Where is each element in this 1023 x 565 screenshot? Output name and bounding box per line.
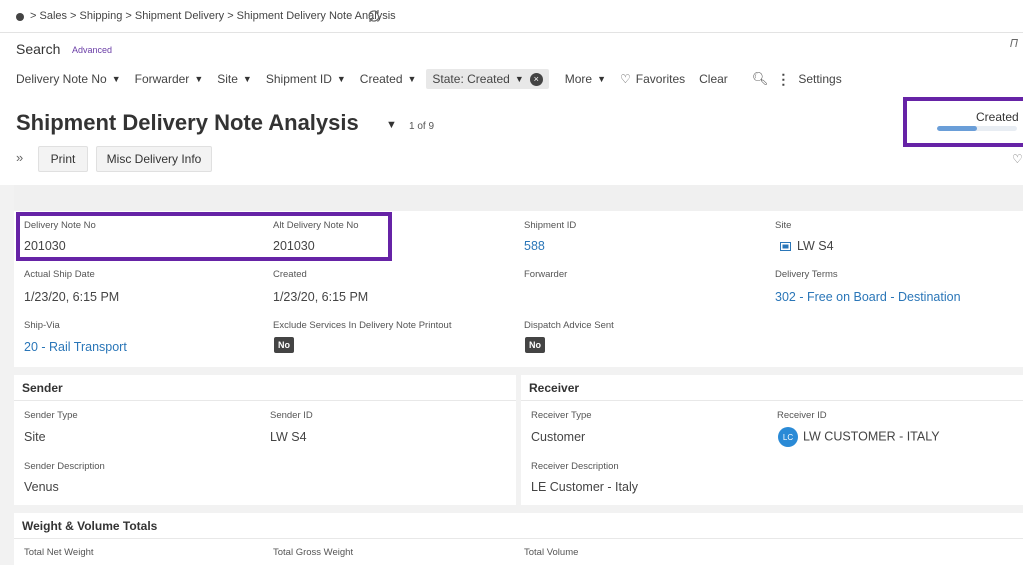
sender-description-label: Sender Description — [24, 461, 105, 472]
sender-type-label: Sender Type — [24, 410, 78, 421]
created-label: Created — [273, 269, 307, 280]
site-label: Site — [775, 220, 792, 231]
clear-label: Clear — [699, 72, 728, 86]
ship-via-label: Ship-Via — [24, 320, 60, 331]
sender-id-value: LW S4 — [270, 430, 307, 444]
chevron-down-icon: ▼ — [194, 74, 204, 84]
remove-filter-icon[interactable]: × — [529, 72, 543, 86]
filter-created[interactable]: Created ▼ — [360, 72, 417, 86]
chevron-down-icon: ▼ — [597, 74, 606, 84]
status-progress-bar — [937, 126, 1017, 131]
site-value[interactable]: LW S4 — [780, 239, 834, 253]
search-icon[interactable]: 🔍︎ — [752, 71, 769, 87]
more-filters-button[interactable]: More ▼ — [565, 72, 606, 86]
kebab-menu-icon[interactable]: ⋮ — [776, 71, 790, 88]
record-counter: 1 of 9 — [409, 121, 435, 132]
sender-description-value: Venus — [24, 480, 59, 494]
search-panel — [0, 33, 1023, 101]
receiver-id-value[interactable]: LC LW CUSTOMER - ITALY — [778, 427, 940, 447]
created-value: 1/23/20, 6:15 PM — [273, 290, 369, 304]
delivery-note-highlight — [16, 212, 392, 261]
more-label: More — [564, 72, 593, 86]
filter-label: Shipment ID — [265, 72, 332, 86]
dispatch-advice-badge: No — [525, 337, 545, 353]
total-volume-label: Total Volume — [524, 547, 579, 558]
misc-delivery-info-button[interactable]: Misc Delivery Info — [96, 146, 212, 172]
delivery-terms-link[interactable]: 302 - Free on Board - Destination — [775, 290, 961, 304]
actual-ship-date-value: 1/23/20, 6:15 PM — [24, 290, 120, 304]
receiver-description-label: Receiver Description — [531, 461, 619, 472]
receiver-id-text: LW CUSTOMER - ITALY — [803, 429, 940, 444]
filter-label: Site — [217, 72, 238, 86]
filter-site[interactable]: Site ▼ — [217, 72, 252, 86]
favorite-heart-icon[interactable]: ♡ — [1012, 152, 1023, 166]
breadcrumb[interactable]: > Sales > Shipping > Shipment Delivery >… — [30, 10, 396, 22]
total-net-weight-label: Total Net Weight — [24, 547, 94, 558]
sender-card: Sender — [14, 375, 516, 505]
heart-icon: ♡ — [620, 72, 631, 86]
filter-delivery-note-no[interactable]: Delivery Note No ▼ — [16, 72, 121, 86]
filter-state-created[interactable]: State: Created ▼ × — [426, 69, 549, 89]
shipment-id-link[interactable]: 588 — [524, 239, 545, 253]
home-icon[interactable] — [16, 13, 24, 21]
forwarder-label: Forwarder — [524, 269, 568, 280]
avatar: LC — [778, 427, 798, 447]
chevron-down-icon: ▼ — [242, 74, 252, 84]
expand-icon[interactable]: » — [16, 150, 23, 165]
favorites-button[interactable]: ♡ Favorites — [620, 72, 685, 86]
chevron-down-icon: ▼ — [111, 74, 121, 84]
shipment-id-label: Shipment ID — [524, 220, 577, 231]
exclude-services-badge: No — [274, 337, 294, 353]
refresh-icon[interactable] — [366, 8, 382, 24]
delivery-terms-label: Delivery Terms — [775, 269, 838, 280]
filter-label: State: Created — [432, 72, 510, 86]
site-text: LW S4 — [797, 239, 834, 253]
breadcrumb-path[interactable]: Sales > Shipping > Shipment Delivery > S… — [39, 10, 395, 22]
status-progress-fill — [937, 126, 977, 131]
weight-volume-card: Weight & Volume Totals — [14, 513, 1023, 565]
site-icon — [780, 242, 791, 252]
weight-volume-heading: Weight & Volume Totals — [14, 513, 1023, 539]
receiver-type-label: Receiver Type — [531, 410, 592, 421]
filter-forwarder[interactable]: Forwarder ▼ — [135, 72, 204, 86]
filter-label: Delivery Note No — [16, 72, 107, 86]
filter-shipment-id[interactable]: Shipment ID ▼ — [266, 72, 346, 86]
chevron-down-icon: ▼ — [336, 74, 346, 84]
chevron-down-icon: ▼ — [514, 74, 524, 84]
sender-heading: Sender — [14, 375, 516, 401]
print-button[interactable]: Print — [38, 146, 88, 172]
settings-button[interactable]: Settings — [798, 72, 841, 86]
receiver-id-label: Receiver ID — [777, 410, 827, 421]
favorites-label: Favorites — [635, 72, 686, 86]
pin-icon[interactable]: 𝛱 — [1010, 38, 1018, 51]
receiver-description-value: LE Customer - Italy — [531, 480, 638, 494]
dispatch-advice-label: Dispatch Advice Sent — [524, 320, 614, 331]
receiver-type-value: Customer — [531, 430, 586, 444]
search-label: Search — [16, 41, 61, 57]
chevron-down-icon[interactable]: ▼ — [386, 119, 397, 131]
sender-type-value: Site — [24, 430, 46, 444]
chevron-down-icon: ▼ — [407, 74, 417, 84]
status-label: Created — [976, 110, 1019, 124]
filter-label: Created — [359, 72, 403, 86]
actual-ship-date-label: Actual Ship Date — [24, 269, 95, 280]
receiver-heading: Receiver — [521, 375, 1023, 401]
filter-bar: Delivery Note No ▼ Forwarder ▼ Site ▼ Shipm… — [16, 68, 842, 90]
total-gross-weight-label: Total Gross Weight — [273, 547, 354, 558]
page-title: Shipment Delivery Note Analysis — [16, 110, 359, 135]
filter-label: Forwarder — [134, 72, 190, 86]
advanced-search-link[interactable]: Advanced — [72, 45, 112, 55]
ship-via-link[interactable]: 20 - Rail Transport — [24, 340, 127, 354]
clear-button[interactable]: Clear — [699, 72, 728, 86]
section-strip — [14, 185, 1023, 211]
exclude-services-label: Exclude Services In Delivery Note Printo… — [273, 320, 452, 331]
sender-id-label: Sender ID — [270, 410, 313, 421]
